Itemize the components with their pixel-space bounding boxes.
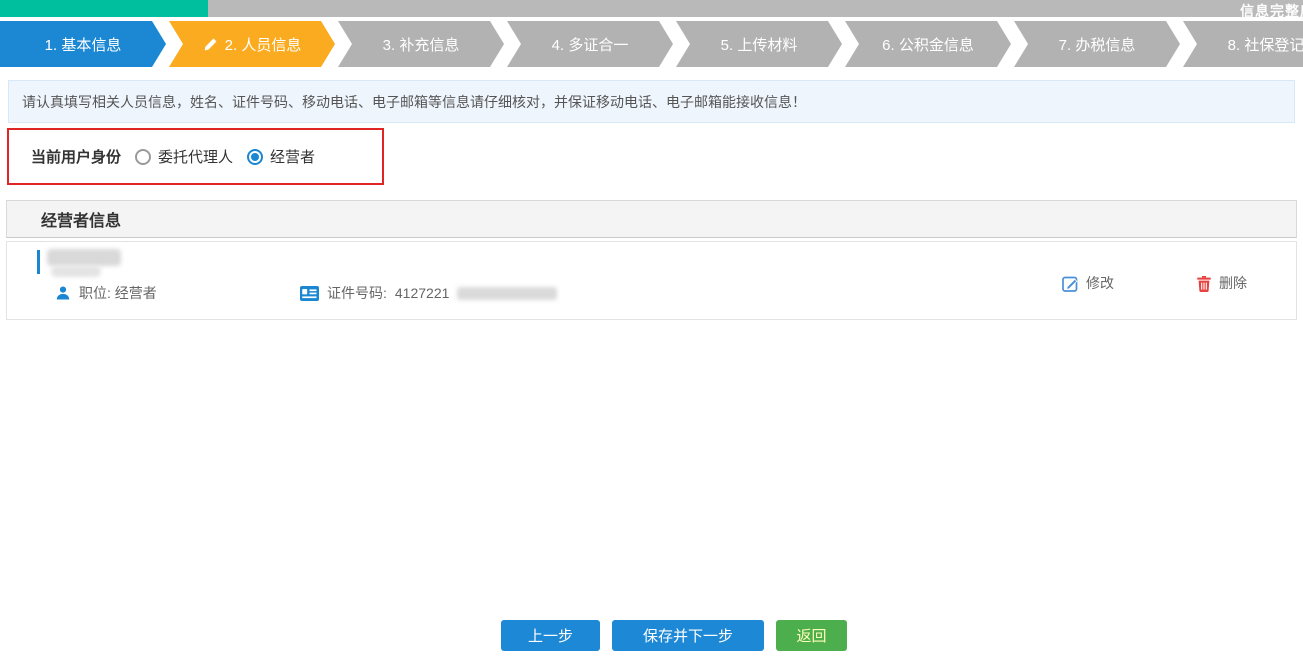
person-icon [55,285,71,301]
notice-bar: 请认真填写相关人员信息，姓名、证件号码、移动电话、电子邮箱等信息请仔细核对，并保… [8,80,1295,123]
id-visible-digits: 4127221 [395,285,450,301]
radio-option-operator[interactable]: 经营者 [247,146,315,167]
trash-icon [1196,275,1212,292]
delete-label: 删除 [1219,273,1247,293]
step-tab-tax-info[interactable]: 7. 办税信息 [1014,21,1180,67]
person-card: 职位: 经营者 证件号码: 4127221 修改 删除 [6,241,1297,320]
radio-icon-unselected[interactable] [135,149,151,165]
edit-label: 修改 [1086,273,1114,293]
name-accent-bar [37,250,40,274]
step-tab-housing-fund-info[interactable]: 6. 公积金信息 [845,21,1011,67]
radio-option-agent[interactable]: 委托代理人 [135,146,233,167]
radio-label: 委托代理人 [158,146,233,167]
delete-button[interactable]: 删除 [1196,273,1247,293]
previous-step-button[interactable]: 上一步 [501,620,600,651]
notice-text: 请认真填写相关人员信息，姓名、证件号码、移动电话、电子邮箱等信息请仔细核对，并保… [22,92,806,112]
redacted-name [47,249,121,266]
position-group: 职位: 经营者 [55,283,157,303]
section-title: 经营者信息 [41,207,121,231]
step-label: 6. 公积金信息 [882,34,974,55]
save-and-next-button[interactable]: 保存并下一步 [612,620,764,651]
radio-icon-selected[interactable] [247,149,263,165]
step-tab-supplementary-info[interactable]: 3. 补充信息 [338,21,504,67]
edit-button[interactable]: 修改 [1062,273,1114,293]
identity-selector-highlight-box: 当前用户身份 委托代理人 经营者 [7,128,384,185]
progress-label: 信息完整度 [1240,1,1303,21]
redacted-name-blur [51,266,101,277]
step-label: 4. 多证合一 [552,34,629,55]
step-label: 3. 补充信息 [383,34,460,55]
id-number-group: 证件号码: 4127221 [300,283,557,303]
step-tab-multi-certificate[interactable]: 4. 多证合一 [507,21,673,67]
step-tab-social-security[interactable]: 8. 社保登记 [1183,21,1303,67]
pencil-icon [203,37,218,52]
step-label: 1. 基本信息 [45,34,122,55]
step-label: 2. 人员信息 [225,34,302,55]
step-tab-upload-materials[interactable]: 5. 上传材料 [676,21,842,67]
edit-icon [1062,275,1079,292]
step-tab-basic-info[interactable]: 1. 基本信息 [0,21,166,67]
redacted-id-digits [457,287,557,300]
section-header: 经营者信息 [6,200,1297,238]
step-label: 8. 社保登记 [1228,34,1303,55]
footer-button-row: 上一步 保存并下一步 返回 [501,620,847,651]
step-wizard: 1. 基本信息 2. 人员信息 3. 补充信息 4. 多证合一 5. 上传材料 … [0,21,1303,67]
step-label: 5. 上传材料 [721,34,798,55]
id-label: 证件号码: [327,283,387,303]
identity-label: 当前用户身份 [31,146,121,167]
step-label: 7. 办税信息 [1059,34,1136,55]
radio-label: 经营者 [270,146,315,167]
progress-fill [0,0,208,17]
completeness-progress-bar: 信息完整度 [0,0,1303,17]
id-card-icon [300,286,319,301]
return-button[interactable]: 返回 [776,620,847,651]
step-tab-personnel-info[interactable]: 2. 人员信息 [169,21,335,67]
position-text: 职位: 经营者 [79,283,157,303]
